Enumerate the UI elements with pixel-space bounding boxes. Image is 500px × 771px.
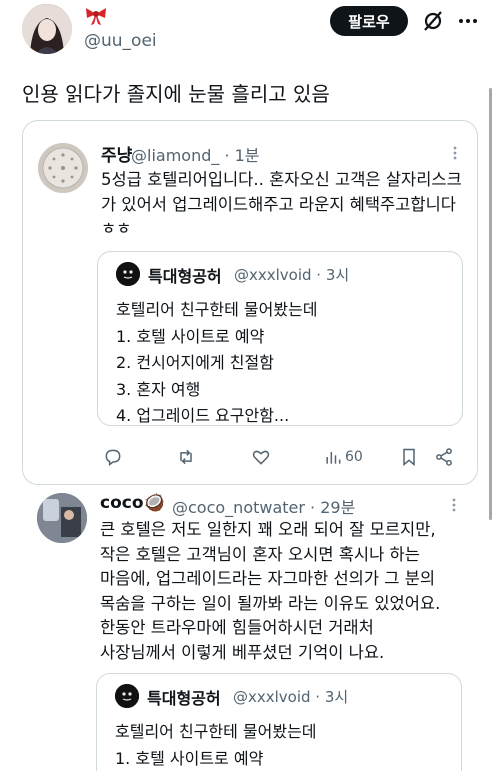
nested-quoted-post[interactable]: 특대형공허 @xxxlvoid · 3시 호텔리어 친구한테 물어봤는데 1. … [97,251,463,426]
author-handle[interactable]: @xxxlvoid · 3시 [234,264,349,285]
reply-icon [105,449,121,466]
author-handle[interactable]: @xxxlvoid · 3시 [233,686,348,707]
grok-icon[interactable] [421,9,445,33]
bookmark-icon [403,448,415,467]
more-icon[interactable] [447,145,463,161]
author-name[interactable]: coco🥥 [100,493,165,513]
views-button[interactable]: 60 [323,443,363,471]
avatar[interactable] [115,684,139,708]
author-handle[interactable]: @liamond_ · 1분 [131,142,260,166]
text-line: 1. 호텔 사이트로 예약 [116,326,265,346]
post-text: 호텔리어 친구한테 물어봤는데 1. 호텔 사이트로 예약 [115,719,455,771]
text-line: 사장님께서 이렇게 베푸셨던 기억이 나요. [100,642,385,662]
views-icon [326,452,341,464]
author-handle[interactable]: @coco_notwater · 29분 [172,494,355,518]
text-line: 호텔리어 친구한테 물어봤는데 [115,722,317,741]
avatar[interactable] [37,493,87,543]
text-line: 큰 호텔은 저도 일한지 꽤 오래 되어 잘 모르지만, [100,520,436,539]
author-handle[interactable]: @uu_oei [84,31,157,51]
text-line: 목숨을 구하는 일이 될까봐 라는 이유도 있었어요. [100,593,441,613]
text-line: 3. 혼자 여행 [116,379,201,399]
reply-button[interactable] [103,443,123,471]
follow-button[interactable]: 팔로우 [330,6,408,36]
post-text: 호텔리어 친구한테 물어봤는데 1. 호텔 사이트로 예약 2. 컨시어지에게 … [116,297,456,430]
text-line: 호텔리어 친구한테 물어봤는데 [116,300,318,319]
text-line: 2. 컨시어지에게 친절함 [116,353,274,372]
post-text: 5성급 호텔리어입니다.. 혼자오신 고객은 살자리스크가 있어서 업그레이드해… [101,170,462,238]
reply-post[interactable]: coco🥥 @coco_notwater · 29분 큰 호텔은 저도 일한지 … [22,485,478,771]
scrollbar[interactable] [489,88,492,520]
bookmark-button[interactable] [399,443,419,471]
quoted-post[interactable]: 주냥 @liamond_ · 1분 5성급 호텔리어입니다.. 혼자오신 고객은… [22,120,478,485]
more-icon[interactable] [446,497,462,513]
repost-button[interactable] [176,443,196,471]
text-line: 한동안 트라우마에 힘들어하시던 거래처 [100,618,374,638]
bow-icon [84,6,108,26]
avatar[interactable] [116,262,140,286]
text-line: 1. 호텔 사이트로 예약 [115,748,264,768]
more-icon[interactable] [456,9,480,33]
like-button[interactable] [251,443,271,471]
repost-icon [180,449,192,465]
author-name[interactable]: 주냥 [101,141,132,166]
author-name[interactable]: 특대형공허 [148,263,222,287]
avatar[interactable] [22,4,72,54]
avatar[interactable] [38,143,88,193]
post-header: @uu_oei 팔로우 [0,0,500,66]
views-count: 60 [345,449,363,465]
post-text: 인용 읽다가 졸지에 눈물 흘리고 있음 [22,82,330,106]
text-line: 작은 호텔은 고객님이 혼자 오시면 혹시나 하는 [100,544,420,564]
share-button[interactable] [434,443,454,471]
heart-icon [252,450,270,465]
text-line: 4. 업그레이드 요구안함... [116,406,290,425]
nested-quoted-post[interactable]: 특대형공허 @xxxlvoid · 3시 호텔리어 친구한테 물어봤는데 1. … [96,673,462,771]
author-name[interactable]: 특대형공허 [147,685,221,709]
text-line: 마음에, 업그레이드라는 자그마한 선의가 그 분의 [100,569,436,589]
action-bar: 60 [101,443,471,471]
post-text: 큰 호텔은 저도 일한지 꽤 오래 되어 잘 모르지만, 작은 호텔은 고객님이… [100,518,470,666]
share-icon [436,448,452,466]
